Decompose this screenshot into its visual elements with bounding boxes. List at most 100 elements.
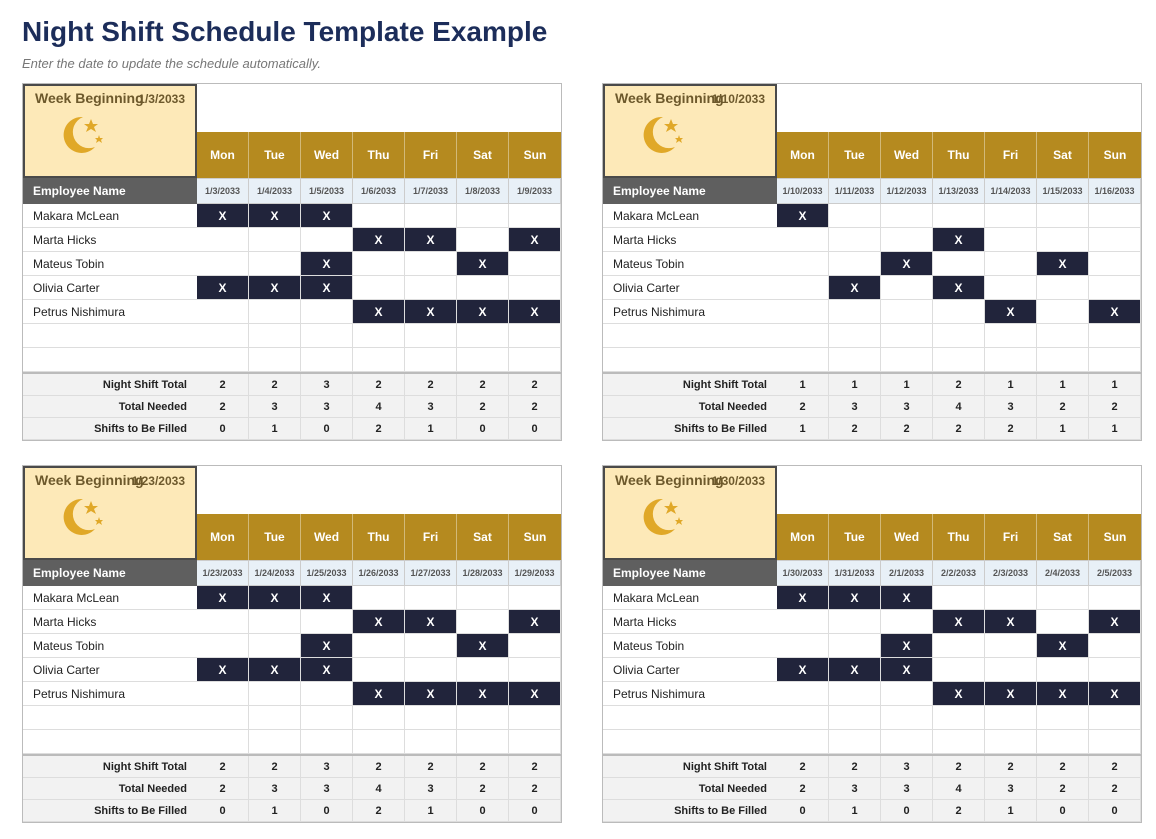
empty-cell[interactable] <box>985 730 1037 754</box>
shift-cell[interactable]: X <box>829 586 881 610</box>
empty-cell[interactable] <box>881 348 933 372</box>
shift-cell[interactable]: X <box>777 204 829 228</box>
empty-cell[interactable] <box>1089 706 1141 730</box>
shift-cell[interactable] <box>777 300 829 324</box>
shift-cell[interactable] <box>509 276 561 300</box>
shift-cell[interactable]: X <box>985 610 1037 634</box>
shift-cell[interactable] <box>985 586 1037 610</box>
empty-cell[interactable] <box>829 730 881 754</box>
shift-cell[interactable]: X <box>197 276 249 300</box>
empty-cell[interactable] <box>933 706 985 730</box>
empty-cell[interactable] <box>249 348 301 372</box>
shift-cell[interactable] <box>881 228 933 252</box>
shift-cell[interactable]: X <box>301 276 353 300</box>
shift-cell[interactable] <box>509 586 561 610</box>
empty-cell[interactable] <box>829 348 881 372</box>
shift-cell[interactable] <box>197 228 249 252</box>
empty-cell[interactable] <box>353 730 405 754</box>
shift-cell[interactable] <box>353 634 405 658</box>
shift-cell[interactable]: X <box>457 300 509 324</box>
empty-cell[interactable] <box>1037 348 1089 372</box>
shift-cell[interactable]: X <box>933 228 985 252</box>
empty-cell[interactable] <box>249 706 301 730</box>
shift-cell[interactable]: X <box>509 682 561 706</box>
shift-cell[interactable]: X <box>405 300 457 324</box>
empty-cell[interactable] <box>1089 324 1141 348</box>
shift-cell[interactable] <box>777 610 829 634</box>
empty-cell[interactable] <box>777 730 829 754</box>
shift-cell[interactable]: X <box>933 682 985 706</box>
empty-cell[interactable] <box>457 348 509 372</box>
shift-cell[interactable] <box>1037 300 1089 324</box>
shift-cell[interactable] <box>301 300 353 324</box>
empty-cell[interactable] <box>1089 348 1141 372</box>
shift-cell[interactable] <box>197 610 249 634</box>
shift-cell[interactable] <box>1089 658 1141 682</box>
shift-cell[interactable] <box>829 682 881 706</box>
empty-cell[interactable] <box>777 324 829 348</box>
empty-cell[interactable] <box>985 706 1037 730</box>
empty-cell[interactable] <box>829 324 881 348</box>
shift-cell[interactable] <box>405 658 457 682</box>
shift-cell[interactable]: X <box>457 634 509 658</box>
shift-cell[interactable] <box>933 634 985 658</box>
empty-cell[interactable] <box>881 324 933 348</box>
empty-cell[interactable] <box>985 348 1037 372</box>
shift-cell[interactable]: X <box>301 204 353 228</box>
empty-cell[interactable] <box>1037 706 1089 730</box>
shift-cell[interactable] <box>1037 204 1089 228</box>
shift-cell[interactable] <box>881 682 933 706</box>
shift-cell[interactable]: X <box>985 682 1037 706</box>
week-beginning-date[interactable]: 1/10/2033 <box>712 92 765 106</box>
empty-cell[interactable] <box>777 348 829 372</box>
empty-cell[interactable] <box>353 348 405 372</box>
shift-cell[interactable] <box>777 682 829 706</box>
shift-cell[interactable]: X <box>985 300 1037 324</box>
shift-cell[interactable]: X <box>353 610 405 634</box>
shift-cell[interactable]: X <box>509 228 561 252</box>
empty-cell[interactable] <box>457 706 509 730</box>
shift-cell[interactable]: X <box>1037 634 1089 658</box>
week-beginning-date[interactable]: 1/23/2033 <box>132 474 185 488</box>
shift-cell[interactable]: X <box>933 610 985 634</box>
shift-cell[interactable]: X <box>1037 682 1089 706</box>
shift-cell[interactable] <box>249 300 301 324</box>
empty-cell[interactable] <box>405 706 457 730</box>
shift-cell[interactable]: X <box>197 586 249 610</box>
shift-cell[interactable] <box>881 610 933 634</box>
shift-cell[interactable] <box>1037 276 1089 300</box>
shift-cell[interactable] <box>1037 228 1089 252</box>
empty-cell[interactable] <box>301 348 353 372</box>
empty-cell[interactable] <box>249 730 301 754</box>
shift-cell[interactable]: X <box>777 586 829 610</box>
shift-cell[interactable]: X <box>249 276 301 300</box>
shift-cell[interactable]: X <box>881 252 933 276</box>
shift-cell[interactable] <box>1089 586 1141 610</box>
shift-cell[interactable] <box>197 300 249 324</box>
shift-cell[interactable] <box>1089 634 1141 658</box>
empty-cell[interactable] <box>509 348 561 372</box>
shift-cell[interactable] <box>509 252 561 276</box>
empty-cell[interactable] <box>249 324 301 348</box>
shift-cell[interactable] <box>829 228 881 252</box>
shift-cell[interactable] <box>985 204 1037 228</box>
empty-cell[interactable] <box>829 706 881 730</box>
shift-cell[interactable] <box>301 682 353 706</box>
empty-cell[interactable] <box>197 324 249 348</box>
shift-cell[interactable]: X <box>249 586 301 610</box>
shift-cell[interactable]: X <box>405 228 457 252</box>
shift-cell[interactable] <box>1089 276 1141 300</box>
shift-cell[interactable] <box>985 252 1037 276</box>
shift-cell[interactable] <box>777 252 829 276</box>
shift-cell[interactable] <box>985 634 1037 658</box>
shift-cell[interactable] <box>1089 204 1141 228</box>
empty-cell[interactable] <box>509 324 561 348</box>
shift-cell[interactable] <box>1089 252 1141 276</box>
shift-cell[interactable]: X <box>353 300 405 324</box>
shift-cell[interactable] <box>881 204 933 228</box>
shift-cell[interactable]: X <box>197 204 249 228</box>
empty-cell[interactable] <box>777 706 829 730</box>
shift-cell[interactable]: X <box>829 276 881 300</box>
shift-cell[interactable]: X <box>457 252 509 276</box>
shift-cell[interactable]: X <box>933 276 985 300</box>
